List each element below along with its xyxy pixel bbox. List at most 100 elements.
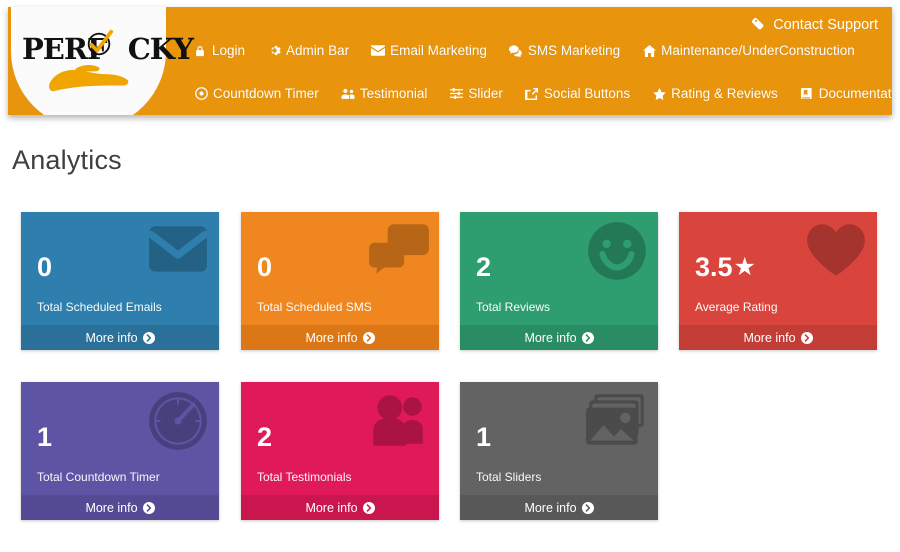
more-info-footer[interactable]: More info <box>241 495 439 520</box>
stat-card-total-scheduled-sms[interactable]: 0 Total Scheduled SMS More info <box>241 212 439 350</box>
nav-label: Social Buttons <box>543 86 631 101</box>
stat-value: 1 <box>476 422 491 452</box>
clock-check-icon <box>87 29 114 56</box>
nav-row-primary: Login Admin Bar Email Marketing SMS Mark… <box>193 43 877 58</box>
star-icon <box>652 87 666 101</box>
stat-label: Total Sliders <box>476 470 542 484</box>
nav-item-slider[interactable]: Slider <box>449 86 503 101</box>
open-hand-icon <box>49 65 129 92</box>
users-group-icon <box>341 87 355 101</box>
envelope-icon <box>371 44 386 58</box>
brand-logo[interactable]: PERFECKY <box>22 23 194 103</box>
more-info-label: More info <box>305 500 358 515</box>
more-info-label: More info <box>85 330 138 345</box>
more-info-footer[interactable]: More info <box>460 325 658 350</box>
stat-card-body: 1 Total Sliders <box>460 382 658 495</box>
stat-number: 2 <box>476 252 492 282</box>
images-icon <box>584 390 650 452</box>
smile-icon <box>584 220 650 282</box>
stat-card-body: 1 Total Countdown Timer <box>21 382 219 495</box>
nav-item-social-buttons[interactable]: Social Buttons <box>525 86 630 101</box>
stat-label: Total Countdown Timer <box>37 470 160 484</box>
nav-row-secondary: Countdown Timer Testimonial Slider Socia… <box>194 86 892 101</box>
users-group-icon <box>365 390 431 452</box>
circle-arrow-right-icon <box>142 501 155 514</box>
cards-row-2: 1 Total Countdown Timer More info 2 Tota… <box>0 382 900 552</box>
nav-label: Email Marketing <box>390 43 487 58</box>
more-info-footer[interactable]: More info <box>21 325 219 350</box>
stat-value: 0 <box>257 252 272 282</box>
share-square-icon <box>525 87 539 101</box>
stat-number: 0 <box>37 252 53 282</box>
more-info-footer[interactable]: More info <box>241 325 439 350</box>
clock-icon <box>194 87 208 101</box>
nav-label: Admin Bar <box>286 43 350 58</box>
gear-icon <box>267 44 281 58</box>
nav-label: Testimonial <box>359 86 428 101</box>
nav-label: SMS Marketing <box>527 43 621 58</box>
more-info-footer[interactable]: More info <box>679 325 877 350</box>
nav-label: Countdown Timer <box>213 86 319 101</box>
stat-card-total-scheduled-emails[interactable]: 0 Total Scheduled Emails More info <box>21 212 219 350</box>
contact-support-link[interactable]: Contact Support <box>751 17 878 33</box>
nav-item-login[interactable]: Login <box>193 43 245 58</box>
nav-item-sms-marketing[interactable]: SMS Marketing <box>508 43 621 58</box>
stat-number: 1 <box>37 422 53 452</box>
contact-support-label: Contact Support <box>773 17 878 33</box>
speedometer-icon <box>145 390 211 452</box>
analytics-cards-grid: 0 Total Scheduled Emails More info 0 Tot… <box>0 212 900 552</box>
stat-number: 1 <box>476 422 492 452</box>
site-header: PERFECKY Login <box>8 7 892 115</box>
cards-row-1: 0 Total Scheduled Emails More info 0 Tot… <box>0 212 900 382</box>
stat-number: 3.5 <box>695 252 733 282</box>
nav-item-documentation[interactable]: Documentation <box>800 86 892 101</box>
stat-card-total-reviews[interactable]: 2 Total Reviews More info <box>460 212 658 350</box>
circle-arrow-right-icon <box>362 331 375 344</box>
stat-card-total-sliders[interactable]: 1 Total Sliders More info <box>460 382 658 520</box>
nav-item-admin-bar[interactable]: Admin Bar <box>267 43 349 58</box>
page-title: Analytics <box>12 145 122 175</box>
stat-number: 0 <box>257 252 273 282</box>
stat-card-total-testimonials[interactable]: 2 Total Testimonials More info <box>241 382 439 520</box>
nav-item-email-marketing[interactable]: Email Marketing <box>371 43 487 58</box>
home-icon <box>642 44 656 58</box>
lock-icon <box>193 44 207 58</box>
circle-arrow-right-icon <box>581 331 594 344</box>
circle-arrow-right-icon <box>581 501 594 514</box>
stat-card-body: 3.5 ★ Average Rating <box>679 212 877 325</box>
tag-icon <box>751 17 767 33</box>
stat-value: 3.5 ★ <box>695 252 756 282</box>
more-info-footer[interactable]: More info <box>21 495 219 520</box>
dashboard-page: PERFECKY Login <box>0 0 900 538</box>
comments-icon <box>365 220 431 282</box>
book-icon <box>800 87 814 101</box>
sliders-icon <box>449 87 463 101</box>
stat-label: Total Scheduled Emails <box>37 300 162 314</box>
nav-item-rating-reviews[interactable]: Rating & Reviews <box>652 86 778 101</box>
more-info-footer[interactable]: More info <box>460 495 658 520</box>
stat-label: Total Reviews <box>476 300 551 314</box>
more-info-label: More info <box>743 330 796 345</box>
stat-card-body: 2 Total Testimonials <box>241 382 439 495</box>
envelope-icon <box>145 220 211 282</box>
nav-item-maintenance[interactable]: Maintenance/UnderConstruction <box>642 43 855 58</box>
stat-number: 2 <box>257 422 273 452</box>
heart-icon <box>803 220 869 282</box>
nav-item-countdown-timer[interactable]: Countdown Timer <box>194 86 319 101</box>
nav-item-testimonial[interactable]: Testimonial <box>341 86 428 101</box>
stat-value: 2 <box>476 252 491 282</box>
stat-label: Total Testimonials <box>257 470 352 484</box>
stat-card-total-countdown-timer[interactable]: 1 Total Countdown Timer More info <box>21 382 219 520</box>
nav-label: Slider <box>468 86 503 101</box>
rating-star-glyph: ★ <box>733 252 756 281</box>
circle-arrow-right-icon <box>142 331 155 344</box>
stat-value: 1 <box>37 422 52 452</box>
stat-value: 0 <box>37 252 52 282</box>
nav-label: Login <box>212 43 246 58</box>
more-info-label: More info <box>524 330 577 345</box>
stat-label: Average Rating <box>695 300 778 314</box>
stat-card-average-rating[interactable]: 3.5 ★ Average Rating More info <box>679 212 877 350</box>
brand-name-part2: CKY <box>127 32 194 66</box>
stat-card-body: 2 Total Reviews <box>460 212 658 325</box>
stat-card-body: 0 Total Scheduled SMS <box>241 212 439 325</box>
